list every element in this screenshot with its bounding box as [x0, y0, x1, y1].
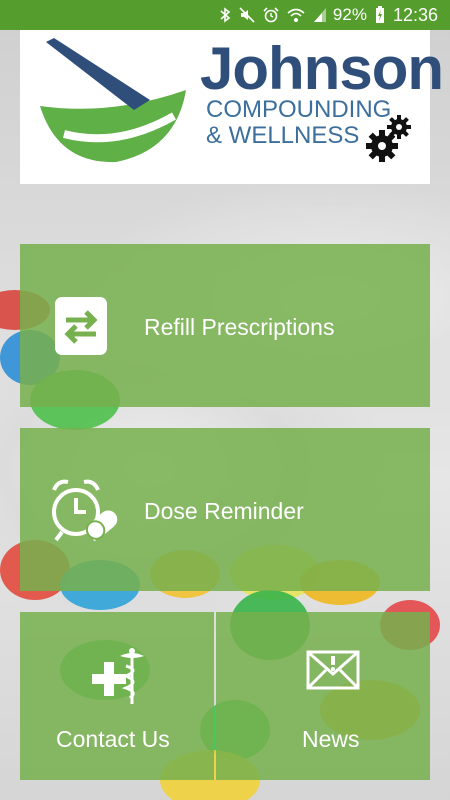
- alarm-pill-icon: [48, 476, 118, 549]
- news-button[interactable]: News: [216, 612, 430, 780]
- battery-percent: 92%: [332, 5, 367, 24]
- status-bar: 92% 12:36: [0, 0, 450, 30]
- status-clock: 12:36: [392, 4, 438, 25]
- brand-subtitle-line1: COMPOUNDING: [206, 96, 392, 123]
- app-screen: 92% 12:36 Johnson COMPOUNDING & WELLNESS: [0, 0, 450, 800]
- alarm-icon: [263, 7, 279, 23]
- refill-exchange-icon: [52, 294, 110, 363]
- envelope-alert-icon: [306, 650, 360, 695]
- wifi-icon: [287, 7, 305, 23]
- medical-caduceus-icon: [88, 646, 148, 711]
- bluetooth-icon: [219, 7, 231, 23]
- dose-reminder-button[interactable]: Dose Reminder: [20, 428, 430, 591]
- signal-icon: [313, 7, 327, 23]
- battery-charging-icon: [375, 6, 385, 24]
- contact-us-button[interactable]: Contact Us: [20, 612, 214, 780]
- refill-prescriptions-button[interactable]: Refill Prescriptions: [20, 244, 430, 407]
- brand-name: Johnson: [200, 35, 444, 102]
- dose-reminder-label: Dose Reminder: [144, 498, 304, 524]
- contact-us-label: Contact Us: [56, 726, 170, 752]
- news-label: News: [302, 726, 360, 752]
- brand-subtitle-line2: & WELLNESS: [206, 122, 360, 149]
- gears-icon[interactable]: [366, 114, 412, 169]
- mortar-pestle-icon: [28, 38, 198, 181]
- mute-icon: [239, 7, 255, 23]
- refill-prescriptions-label: Refill Prescriptions: [144, 314, 335, 340]
- brand-logo-banner: Johnson COMPOUNDING & WELLNESS: [20, 30, 444, 184]
